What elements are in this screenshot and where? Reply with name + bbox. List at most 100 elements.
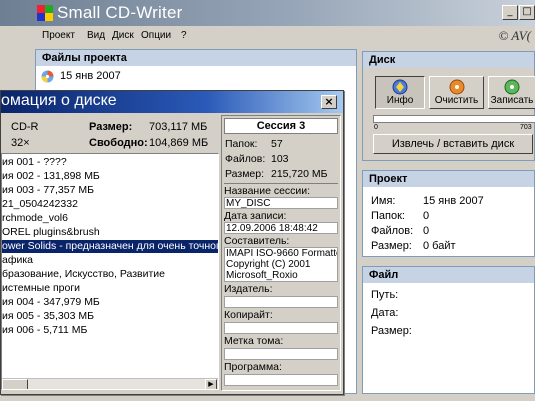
write-button[interactable]: Записать	[488, 76, 535, 109]
clear-disc-icon	[449, 79, 464, 95]
creator-line: IMAPI ISO-9660 Formatter	[226, 248, 338, 259]
info-button-label: Инфо	[386, 95, 414, 106]
program-label: Программа:	[224, 361, 282, 373]
capacity-scale-min: 0	[374, 124, 378, 131]
session-files-value: 103	[271, 153, 289, 165]
session-folders-label: Папок:	[225, 138, 258, 150]
copyright-label: Копирайт:	[224, 309, 273, 321]
project-files-item-label: 15 янв 2007	[60, 70, 121, 82]
project-folders-label: Папок:	[371, 210, 405, 222]
project-folders-value: 0	[423, 210, 430, 222]
file-date-label: Дата:	[371, 307, 399, 319]
session-folders-value: 57	[271, 138, 283, 150]
dialog-title: омация о диске	[1, 92, 117, 109]
scroll-right-arrow-icon[interactable]: ▶	[205, 379, 217, 389]
creator-line: Microsoft_Roxio	[226, 270, 298, 281]
horizontal-scrollbar[interactable]: ▶	[2, 378, 218, 389]
project-folders-row: Папок: 0	[371, 210, 429, 222]
project-size-row: Размер: 0 байт	[371, 240, 456, 252]
track-list-item[interactable]: бразование, Искусство, Развитие	[2, 268, 165, 281]
publisher-label: Издатель:	[224, 283, 273, 295]
menu-view[interactable]: Вид	[87, 30, 105, 41]
project-name-label: Имя:	[371, 195, 396, 207]
session-name-field[interactable]: MY_DISC	[224, 197, 338, 209]
volume-label-label: Метка тома:	[224, 335, 284, 347]
session-folders-row: Папок: 57	[225, 138, 283, 150]
project-files-value: 0	[423, 225, 430, 237]
dialog-close-button[interactable]: ×	[321, 95, 337, 109]
menu-help[interactable]: ?	[181, 30, 187, 41]
session-details-pane: Сессия 3 Папок: 57 Файлов: 103 Размер: 215,…	[221, 115, 341, 391]
menu-disk[interactable]: Диск	[112, 30, 134, 41]
project-files-item[interactable]: 15 янв 2007	[41, 68, 121, 84]
file-path-label: Путь:	[371, 289, 399, 301]
track-list-item[interactable]: ия 001 - ????	[2, 156, 67, 169]
project-name-value: 15 янв 2007	[423, 195, 484, 207]
program-field[interactable]	[224, 374, 338, 386]
menu-bar: Проект Вид Диск Опции ? © AV(	[0, 26, 535, 46]
app-icon	[37, 5, 53, 21]
main-title-bar: Small CD-Writer _ □	[0, 0, 535, 26]
clear-button-label: Очистить	[434, 95, 479, 106]
disk-size-value: 703,117 МБ	[149, 121, 208, 133]
disk-size-label: Размер:	[89, 121, 133, 133]
record-date-field[interactable]: 12.09.2006 18:48:42	[224, 222, 338, 234]
track-list-item[interactable]: истемные проги	[2, 282, 80, 295]
publisher-field[interactable]	[224, 296, 338, 308]
session-track-list[interactable]: ия 001 - ???? ия 002 - 131,898 МБ ия 003 -…	[1, 153, 219, 390]
write-disc-icon	[504, 79, 520, 95]
track-list-item[interactable]: ия 003 - 77,357 МБ	[2, 184, 94, 197]
file-header: Файл	[363, 267, 534, 283]
record-date-label: Дата записи:	[224, 210, 287, 222]
capacity-scale-max: 703	[520, 124, 532, 131]
menu-options[interactable]: Опции	[141, 30, 171, 41]
session-size-value: 215,720 МБ	[271, 168, 328, 180]
maximize-button[interactable]: □	[519, 5, 535, 20]
track-list-item[interactable]: ower Solids - предназначен для очень точ…	[2, 240, 218, 253]
volume-label-field[interactable]	[224, 348, 338, 360]
media-type: CD-R	[11, 121, 39, 133]
creator-line: Copyright (C) 2001	[226, 259, 311, 270]
session-divider	[224, 183, 338, 184]
track-list-item[interactable]: ия 006 - 5,711 МБ	[2, 324, 87, 337]
disk-capacity-bar	[373, 115, 535, 123]
disk-summary: CD-R 32× Размер: 703,117 МБ Свободно: 10…	[1, 117, 219, 151]
session-title: Сессия 3	[224, 118, 338, 134]
clear-button[interactable]: Очистить	[429, 76, 484, 109]
creator-label: Составитель:	[224, 235, 290, 247]
session-name-label: Название сессии:	[224, 185, 311, 197]
disk-info-dialog: омация о диске × CD-R 32× Размер: 703,11…	[0, 90, 344, 395]
file-size-label: Размер:	[371, 325, 412, 337]
session-files-label: Файлов:	[225, 153, 266, 165]
project-header: Проект	[363, 171, 534, 187]
track-list-item[interactable]: rchmode_vol6	[2, 212, 68, 225]
copyright-field[interactable]	[224, 322, 338, 334]
creator-field[interactable]: IMAPI ISO-9660 Formatter Copyright (C) 2…	[224, 247, 338, 282]
disk-group: Диск Инфо Очистить Записать 0 703 Извлеч…	[362, 51, 535, 161]
file-group: Файл Путь: Дата: Размер:	[362, 266, 535, 394]
session-size-row: Размер: 215,720 МБ	[225, 168, 328, 180]
info-icon	[392, 79, 408, 95]
track-list-item[interactable]: ия 004 - 347,979 МБ	[2, 296, 100, 309]
project-files-header: Файлы проекта	[36, 50, 356, 66]
cd-icon	[41, 70, 54, 83]
track-list-item[interactable]: OREL plugins&brush	[2, 226, 100, 239]
scrollbar-thumb[interactable]	[2, 379, 28, 389]
write-button-label: Записать	[490, 95, 534, 106]
eject-insert-button[interactable]: Извлечь / вставить диск	[373, 134, 533, 154]
project-files-label: Файлов:	[371, 225, 414, 237]
track-list-item[interactable]: 21_0504242332	[2, 198, 78, 211]
disk-free-value: 104,869 МБ	[149, 137, 209, 149]
project-size-value: 0 байт	[423, 240, 456, 252]
menu-project[interactable]: Проект	[42, 30, 75, 41]
project-name-row: Имя: 15 янв 2007	[371, 195, 484, 207]
project-group: Проект Имя: 15 янв 2007 Папок: 0 Файлов: 0 …	[362, 170, 535, 257]
track-list-item[interactable]: ия 005 - 35,303 МБ	[2, 310, 94, 323]
track-list-item[interactable]: афика	[2, 254, 33, 267]
track-list-item[interactable]: ия 002 - 131,898 МБ	[2, 170, 100, 183]
info-button[interactable]: Инфо	[375, 76, 425, 109]
window-title: Small CD-Writer	[57, 3, 183, 22]
write-speed: 32×	[11, 137, 30, 149]
minimize-button[interactable]: _	[502, 5, 518, 20]
session-size-label: Размер:	[225, 168, 265, 180]
